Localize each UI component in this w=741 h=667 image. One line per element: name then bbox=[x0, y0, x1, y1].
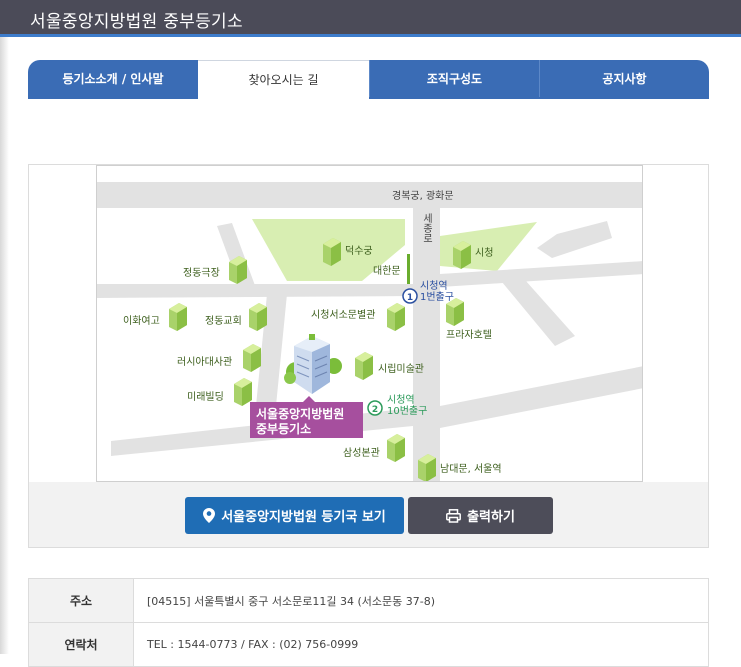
samsung-icon bbox=[387, 434, 405, 462]
label-daehanmun: 대한문 bbox=[373, 265, 401, 277]
label-art-museum: 시립미술관 bbox=[378, 362, 424, 375]
left-shadow bbox=[0, 37, 9, 654]
label-russia-embassy: 러시아대사관 bbox=[177, 356, 232, 368]
station2-number: 2 bbox=[372, 405, 378, 415]
view-registry-button[interactable]: 서울중앙지방법원 등기국 보기 bbox=[185, 497, 404, 534]
label-deoksugung: 덕수궁 bbox=[345, 245, 373, 257]
contact-value: TEL : 1544-0773 / FAX : (02) 756-0999 bbox=[133, 622, 709, 667]
destination-line2: 중부등기소 bbox=[256, 421, 311, 436]
label-cityhall: 시청 bbox=[475, 247, 493, 259]
road-top bbox=[97, 182, 642, 208]
daehanmun-marker bbox=[407, 254, 410, 284]
station1-name: 시청역 bbox=[420, 280, 448, 292]
view-registry-label: 서울중앙지방법원 등기국 보기 bbox=[221, 510, 386, 525]
tab-organization[interactable]: 조직구성도 bbox=[369, 60, 539, 98]
map-pin-icon bbox=[203, 508, 216, 523]
ewha-icon bbox=[169, 303, 187, 331]
location-map: 서울중앙지방법원 중부등기소 1 시청역 1번출구 2 시청역 10번출구 경복… bbox=[96, 165, 643, 482]
print-label: 출력하기 bbox=[467, 510, 515, 525]
road-sejongro bbox=[413, 208, 440, 481]
station2-name: 시청역 bbox=[387, 394, 415, 406]
label-jeongdong-theater: 정동극장 bbox=[183, 267, 220, 279]
printer-icon bbox=[446, 508, 462, 523]
station1-number: 1 bbox=[407, 293, 413, 303]
mirae-bldg-icon bbox=[234, 378, 252, 406]
map-panel: 서울중앙지방법원 중부등기소 1 시청역 1번출구 2 시청역 10번출구 경복… bbox=[28, 164, 709, 548]
print-button[interactable]: 출력하기 bbox=[408, 497, 553, 534]
address-value: [04515] 서울특별시 중구 서소문로11길 34 (서소문동 37-8) bbox=[133, 578, 709, 623]
label-namdaemun: 남대문, 서울역 bbox=[440, 463, 502, 475]
address-row: 주소 [04515] 서울특별시 중구 서소문로11길 34 (서소문동 37-… bbox=[28, 578, 709, 623]
label-plaza-hotel: 프라자호텔 bbox=[446, 329, 492, 341]
station2-exit: 10번출구 bbox=[387, 405, 427, 417]
title-bar: 서울중앙지방법원 중부등기소 bbox=[0, 0, 741, 37]
art-museum-icon bbox=[355, 352, 373, 380]
road-southeast bbox=[440, 366, 642, 428]
court-building-icon bbox=[284, 334, 342, 394]
tab-intro[interactable]: 등기소소개 / 인사말 bbox=[28, 60, 198, 98]
label-jeongdong-church: 정동교회 bbox=[205, 315, 242, 327]
station1-exit: 1번출구 bbox=[420, 291, 454, 303]
label-mirae-bldg: 미래빌딩 bbox=[187, 391, 224, 403]
tab-bar: 등기소소개 / 인사말 찾아오시는 길 조직구성도 공지사항 bbox=[28, 60, 709, 98]
fire-annex-icon bbox=[387, 303, 405, 331]
road-diag-right bbox=[497, 271, 575, 346]
map-drawing: 서울중앙지방법원 중부등기소 1 시청역 1번출구 2 시청역 10번출구 경복… bbox=[97, 182, 642, 481]
label-fire-annex: 시청서소문별관 bbox=[311, 309, 375, 321]
contact-label: 연락처 bbox=[28, 622, 134, 667]
tab-directions[interactable]: 찾아오시는 길 bbox=[198, 60, 369, 98]
tab-underline bbox=[28, 97, 709, 99]
road-northeast bbox=[537, 221, 612, 258]
label-ewha: 이화여고 bbox=[123, 315, 160, 327]
road-vertical-label: 세종로 bbox=[421, 213, 433, 243]
tab-notices[interactable]: 공지사항 bbox=[539, 60, 709, 98]
russia-embassy-icon bbox=[243, 344, 261, 372]
road-top-label: 경복궁, 광화문 bbox=[392, 189, 454, 202]
destination-line1: 서울중앙지방법원 bbox=[256, 406, 344, 421]
label-samsung: 삼성본관 bbox=[343, 447, 380, 459]
contact-row: 연락처 TEL : 1544-0773 / FAX : (02) 756-099… bbox=[28, 622, 709, 667]
page-title: 서울중앙지방법원 중부등기소 bbox=[30, 12, 243, 32]
address-label: 주소 bbox=[28, 578, 134, 623]
